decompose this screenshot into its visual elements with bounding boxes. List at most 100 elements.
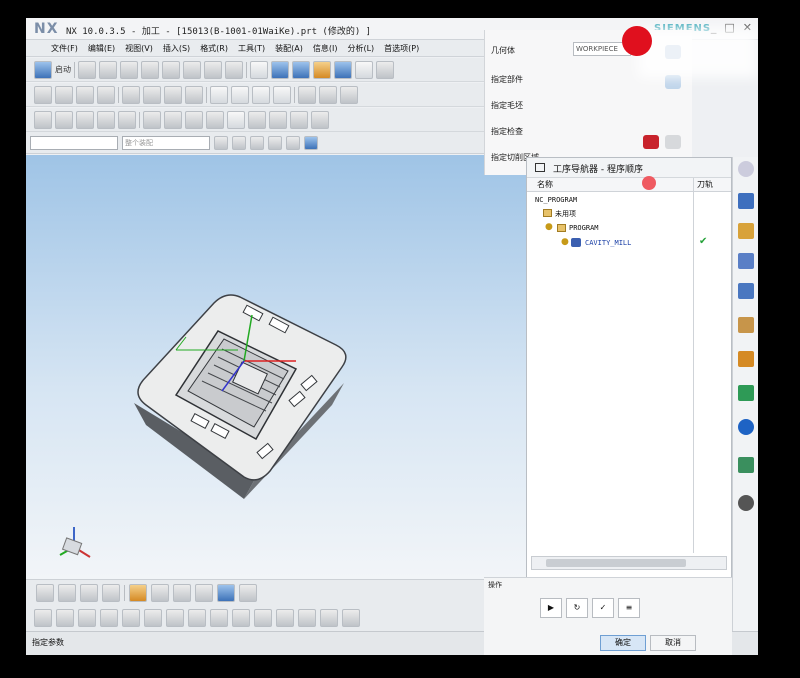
section-icon[interactable] (122, 609, 140, 627)
background-icon[interactable] (355, 60, 373, 79)
tree-node-unused[interactable]: 未用项 (555, 209, 576, 219)
menu-insert[interactable]: 插入(S) (160, 42, 193, 55)
ok-button[interactable]: 确定 (600, 635, 646, 651)
palette-icon[interactable] (738, 457, 754, 473)
plus-icon[interactable] (173, 583, 191, 602)
machine-navigator-icon[interactable] (738, 223, 754, 239)
program-order-view-icon[interactable] (210, 85, 228, 104)
start-label[interactable]: 启动 (55, 64, 71, 75)
web-browser-icon[interactable] (738, 419, 754, 435)
machine-tool-view-icon[interactable] (231, 85, 249, 104)
trim-body-icon[interactable] (164, 110, 182, 129)
info-icon[interactable] (320, 609, 338, 627)
blend-icon[interactable] (97, 110, 115, 129)
sheet-icon[interactable] (232, 609, 250, 627)
select-all-icon[interactable] (232, 135, 246, 150)
column-toolpath[interactable]: 刀轨 (697, 179, 713, 190)
generate-icon[interactable]: ▶ (540, 598, 562, 618)
snap-point-icon[interactable] (214, 135, 228, 150)
create-geometry-icon[interactable] (76, 85, 94, 104)
shaded-view-icon[interactable] (271, 60, 289, 79)
create-geometry-icon[interactable] (102, 583, 120, 602)
save-icon[interactable] (120, 60, 138, 79)
clip-icon[interactable] (144, 609, 162, 627)
menu-tools[interactable]: 工具(T) (235, 42, 268, 55)
hole-icon[interactable] (76, 110, 94, 129)
deselect-icon[interactable] (250, 135, 264, 150)
settings-icon[interactable] (738, 161, 754, 177)
feed-icon[interactable] (340, 85, 358, 104)
assembly-navigator-icon[interactable] (738, 283, 754, 299)
menu-information[interactable]: 信息(I) (310, 42, 341, 55)
shop-doc-icon[interactable] (298, 85, 316, 104)
face-icon[interactable] (188, 609, 206, 627)
revolve-icon[interactable] (55, 110, 73, 129)
cut-icon[interactable] (141, 60, 159, 79)
create-operation-icon[interactable] (36, 583, 54, 602)
system-materials-icon[interactable] (738, 385, 754, 401)
assembly-filter-dropdown[interactable]: 整个装配 (122, 135, 210, 150)
menu-preferences[interactable]: 首选项(P) (381, 42, 422, 55)
postprocess-icon[interactable] (185, 85, 203, 104)
replay-icon[interactable]: ↻ (566, 598, 588, 618)
copy-icon[interactable] (162, 60, 180, 79)
measure-icon[interactable] (311, 110, 329, 129)
layer-icon[interactable] (376, 60, 394, 79)
edge-icon[interactable] (166, 609, 184, 627)
assembly-icon[interactable] (239, 583, 257, 602)
menu-view[interactable]: 视图(V) (122, 42, 156, 55)
snap-mid-icon[interactable] (286, 135, 300, 150)
unite-icon[interactable] (185, 110, 203, 129)
component-icon[interactable] (217, 583, 235, 602)
graphics-viewport[interactable] (26, 155, 526, 579)
menu-format[interactable]: 格式(R) (197, 42, 231, 55)
history-clock-icon[interactable] (738, 495, 754, 511)
menu-assemblies[interactable]: 装配(A) (272, 42, 306, 55)
offset-face-icon[interactable] (143, 110, 161, 129)
display-blank-icon[interactable] (665, 135, 681, 149)
display-icon[interactable] (34, 609, 52, 627)
output-cls-icon[interactable] (319, 85, 337, 104)
start-icon[interactable] (34, 60, 52, 79)
render-style-icon[interactable] (292, 60, 310, 79)
chamfer-icon[interactable] (118, 110, 136, 129)
list-icon[interactable]: ≡ (618, 598, 640, 618)
fit-view-icon[interactable] (250, 60, 268, 79)
open-icon[interactable] (99, 60, 117, 79)
show-icon[interactable] (78, 609, 96, 627)
select-blank-icon[interactable] (643, 135, 659, 149)
create-method-icon[interactable] (97, 85, 115, 104)
snap-point-icon[interactable] (129, 583, 147, 602)
create-tool-icon[interactable] (80, 583, 98, 602)
point-icon[interactable] (151, 583, 169, 602)
csys-icon[interactable] (195, 583, 213, 602)
paste-icon[interactable] (183, 60, 201, 79)
menu-analysis[interactable]: 分析(L) (344, 42, 377, 55)
tree-node-cavity-mill[interactable]: CAVITY_MILL (585, 239, 631, 247)
invert-icon[interactable] (100, 609, 118, 627)
pattern-icon[interactable] (227, 110, 245, 129)
curve-icon[interactable] (254, 609, 272, 627)
verify-toolpath-icon[interactable] (164, 85, 182, 104)
datum-icon[interactable] (276, 609, 294, 627)
create-program-icon[interactable] (58, 583, 76, 602)
reuse-library-icon[interactable] (738, 317, 754, 333)
replay-toolpath-icon[interactable] (143, 85, 161, 104)
view-triad-icon[interactable] (334, 60, 352, 79)
method-view-icon[interactable] (273, 85, 291, 104)
body-icon[interactable] (210, 609, 228, 627)
menu-file[interactable]: 文件(F) (48, 42, 81, 55)
extrude-icon[interactable] (34, 110, 52, 129)
operation-navigator-icon[interactable] (738, 193, 754, 209)
mold-part-model[interactable] (26, 155, 526, 579)
mirror-icon[interactable] (248, 110, 266, 129)
history-icon[interactable] (738, 351, 754, 367)
create-tool-icon[interactable] (55, 85, 73, 104)
orient-view-icon[interactable] (313, 60, 331, 79)
generate-toolpath-icon[interactable] (122, 85, 140, 104)
menu-edit[interactable]: 编辑(E) (85, 42, 118, 55)
snap-end-icon[interactable] (268, 135, 282, 150)
tree-node-program[interactable]: PROGRAM (569, 224, 599, 232)
verify-icon[interactable]: ✓ (592, 598, 614, 618)
create-program-icon[interactable] (34, 85, 52, 104)
